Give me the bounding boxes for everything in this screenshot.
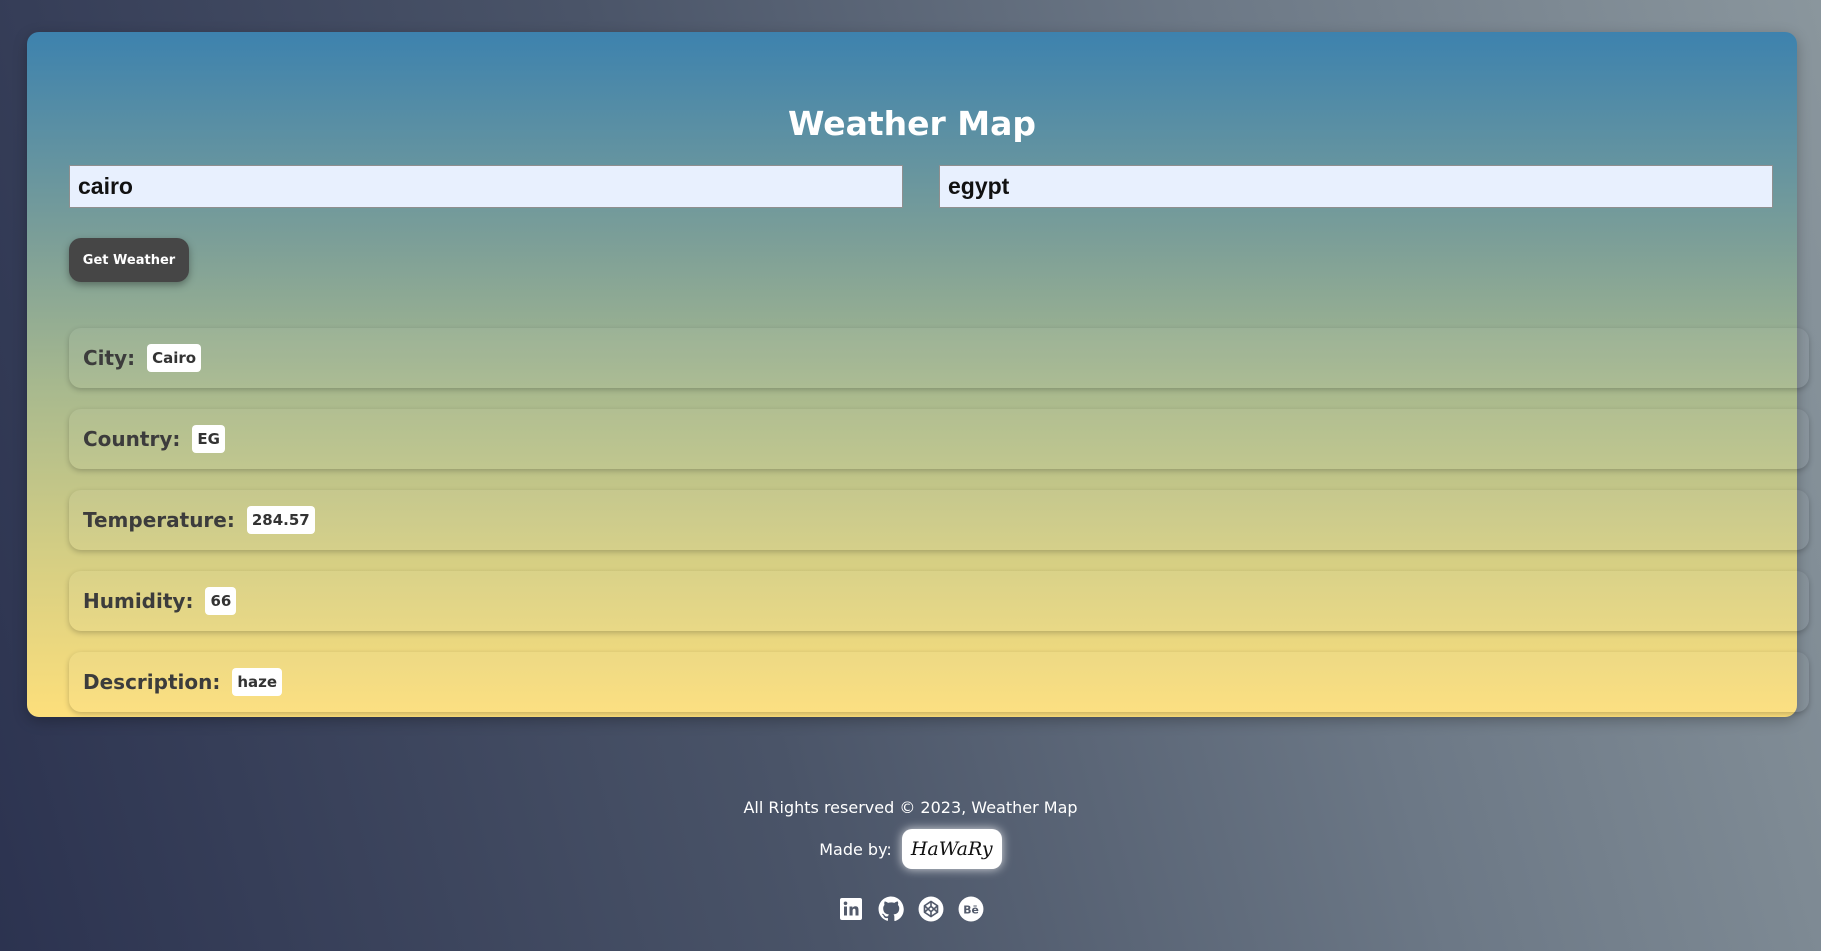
result-row-city: City: Cairo	[69, 328, 1809, 388]
result-row-description: Description: haze	[69, 652, 1809, 712]
result-label: City:	[83, 346, 136, 370]
get-weather-button[interactable]: Get Weather	[69, 238, 189, 282]
result-value: haze	[232, 668, 283, 696]
result-row-temperature: Temperature: 284.57	[69, 490, 1809, 550]
weather-card: Weather Map Get Weather City: Cairo Coun…	[27, 32, 1809, 717]
result-row-country: Country: EG	[69, 409, 1809, 469]
svg-text:Bē: Bē	[963, 903, 979, 916]
result-value: 66	[205, 587, 237, 615]
linkedin-icon[interactable]	[838, 896, 864, 922]
copyright-text: All Rights reserved © 2023, Weather Map	[743, 798, 1078, 817]
result-value: EG	[192, 425, 225, 453]
author-logo[interactable]: HaWaRy	[901, 829, 1002, 869]
result-label: Description:	[83, 670, 221, 694]
codepen-icon[interactable]	[918, 896, 944, 922]
country-input[interactable]	[939, 165, 1773, 208]
city-input[interactable]	[69, 165, 903, 208]
result-label: Humidity:	[83, 589, 194, 613]
result-label: Temperature:	[83, 508, 235, 532]
social-links: Bē	[0, 896, 1821, 922]
made-by-label: Made by:	[819, 839, 892, 859]
page-title: Weather Map	[787, 104, 1036, 143]
result-row-humidity: Humidity: 66	[69, 571, 1809, 631]
made-by: Made by: HaWaRy	[0, 829, 1821, 869]
result-value: Cairo	[147, 344, 202, 372]
result-value: 284.57	[246, 506, 315, 534]
github-icon[interactable]	[878, 896, 904, 922]
behance-icon[interactable]: Bē	[958, 896, 984, 922]
result-label: Country:	[83, 427, 181, 451]
